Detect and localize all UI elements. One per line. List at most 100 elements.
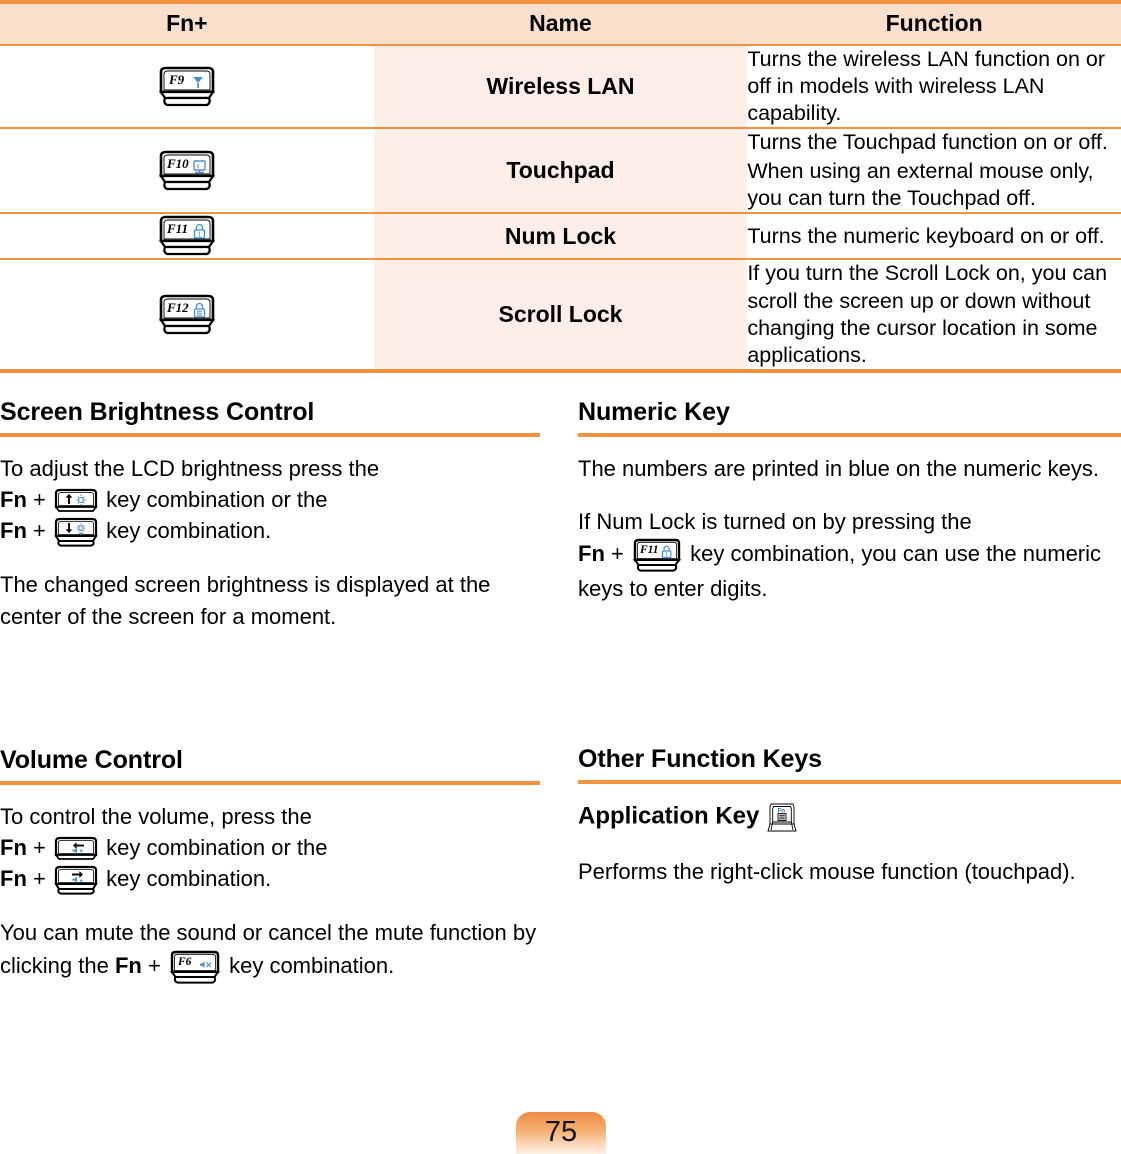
fn-label: Fn <box>0 486 27 512</box>
svg-text:F11: F11 <box>639 544 659 556</box>
table-header-row: Fn+ Name Function <box>0 4 1121 44</box>
keycap-f6-mute: F6 <box>167 949 223 985</box>
application-key-fn: Fn <box>767 803 797 832</box>
paragraph: To adjust the LCD brightness press the F… <box>0 453 540 548</box>
text-fragment: key combination. <box>106 518 272 544</box>
section-body: To adjust the LCD brightness press the F… <box>0 453 540 632</box>
header-cell-fn: Fn+ <box>0 4 374 44</box>
volume-up-right-arrow-key <box>54 866 98 896</box>
section-body: Application Key Fn Performs the right-cl… <box>578 800 1121 887</box>
svg-text:F9: F9 <box>168 72 185 87</box>
paragraph: The numbers are printed in blue on the n… <box>578 455 1099 481</box>
section-title: Other Function Keys <box>578 745 822 773</box>
table-cell-function: Turns the wireless LAN function on or of… <box>747 46 1121 128</box>
section-screen-brightness: Screen Brightness Control To adjust the … <box>0 398 540 632</box>
section-rule <box>0 780 540 785</box>
text-fragment: key combination. <box>106 866 272 892</box>
section-rule <box>578 779 1121 784</box>
svg-text:x: x <box>196 163 200 170</box>
function-line: Turns the wireless LAN function on or of… <box>747 47 1106 126</box>
svg-text:F11: F11 <box>166 221 188 236</box>
fn-label: Fn <box>114 952 142 978</box>
table-cell-key: F11 1 <box>0 214 374 259</box>
keycap-f11-inline: F11 1 <box>630 537 684 573</box>
section-title: Numeric Key <box>578 398 730 426</box>
fn-key-function-table: Fn+ Name Function F9 Wireless LAN Turns … <box>0 0 1121 373</box>
text-fragment: key combination or the <box>106 486 328 512</box>
text-fragment: If Num Lock is turned on by pressing the <box>578 508 972 534</box>
section-body: The numbers are printed in blue on the n… <box>578 453 1121 605</box>
keycap-f10: F10 x <box>155 149 219 193</box>
table-row: F10 x Touchpad Turns the Touchpad functi… <box>0 129 1121 213</box>
function-line: When using an external mouse only, you c… <box>747 159 1094 211</box>
text-fragment: To adjust the LCD brightness press the <box>0 455 380 481</box>
header-cell-name: Name <box>373 4 748 44</box>
svg-text:F12: F12 <box>166 300 189 315</box>
text-fragment: key combination or the <box>106 834 328 860</box>
section-title: Screen Brightness Control <box>0 398 315 426</box>
plus-sign: + <box>611 541 624 567</box>
fn-label: Fn <box>578 541 605 567</box>
paragraph: If Num Lock is turned on by pressing the… <box>578 506 1121 604</box>
svg-text:1: 1 <box>197 232 201 239</box>
keycap-application-key: Fn <box>766 800 798 834</box>
section-body: To control the volume, press the Fn + ke… <box>0 801 540 985</box>
section-volume-control: Volume Control To control the volume, pr… <box>0 746 540 985</box>
right-column: Numeric Key The numbers are printed in b… <box>578 398 1121 884</box>
paragraph: The changed screen brightness is display… <box>0 572 491 629</box>
subsection-heading-label: Application Key <box>578 802 760 830</box>
table-cell-name: Scroll Lock <box>373 260 748 369</box>
fn-label: Fn <box>0 518 27 544</box>
keycap-brightness-up <box>52 488 100 514</box>
plus-sign: + <box>147 952 161 978</box>
left-column: Screen Brightness Control To adjust the … <box>0 398 540 984</box>
svg-text:F6: F6 <box>177 956 192 968</box>
section-numeric-key: Numeric Key The numbers are printed in b… <box>578 398 1121 604</box>
plus-sign: + <box>33 518 46 544</box>
paragraph: Performs the right-click mouse function … <box>578 858 1076 884</box>
function-line: Turns the numeric keyboard on or off. <box>747 223 1105 248</box>
text-fragment: To control the volume, press the <box>0 803 312 829</box>
page-number: 75 <box>544 1116 578 1148</box>
volume-down-left-arrow-key <box>54 837 98 861</box>
keycap-brightness-down <box>52 517 100 548</box>
subsection-heading: Application Key Fn <box>578 800 1121 834</box>
table-cell-key: F10 x <box>0 129 374 213</box>
numlock-padlock-icon: F11 1 <box>633 539 681 572</box>
table-row: F12 Scroll Lock If you turn the Scroll L… <box>0 260 1121 369</box>
mute-speaker-icon: F6 <box>170 950 220 984</box>
keycap-f12: F12 <box>155 293 219 337</box>
table-cell-name: Wireless LAN <box>373 46 748 128</box>
page-number-tab: 75 <box>516 1112 606 1154</box>
brightness-down-arrow-key <box>54 518 98 548</box>
plus-sign: + <box>33 834 46 860</box>
section-other-function-keys: Other Function Keys Application Key Fn P… <box>578 745 1121 887</box>
text-fragment: key combination. <box>229 952 395 978</box>
touchpad-icon: F10 x <box>158 150 215 190</box>
paragraph: You can mute the sound or cancel the mut… <box>0 917 540 984</box>
keycap-f11: F11 1 <box>155 214 219 258</box>
scrolllock-padlock-icon: F12 <box>158 294 215 334</box>
plus-sign: + <box>33 486 46 512</box>
section-rule <box>0 432 540 437</box>
brightness-up-arrow-key <box>54 489 98 513</box>
table-cell-name: Num Lock <box>373 214 748 259</box>
fn-label: Fn <box>0 866 27 892</box>
wireless-antenna-icon: F9 <box>158 66 215 106</box>
function-line: If you turn the Scroll Lock on, you can … <box>747 261 1108 367</box>
keycap-volume-up <box>52 865 100 896</box>
table-cell-key: F9 <box>0 46 374 128</box>
section-rule <box>578 432 1121 437</box>
function-line: Turns the Touchpad function on or off. <box>747 130 1108 155</box>
header-cell-function: Function <box>747 4 1121 44</box>
table-cell-key: F12 <box>0 260 374 369</box>
fn-label: Fn <box>0 834 27 860</box>
numlock-padlock-icon: F11 1 <box>158 216 215 256</box>
table-cell-function: Turns the numeric keyboard on or off. <box>747 214 1121 259</box>
svg-text:F10: F10 <box>166 156 189 171</box>
keycap-f9: F9 <box>155 65 219 109</box>
section-title: Volume Control <box>0 746 183 774</box>
table-cell-name: Touchpad <box>373 129 748 213</box>
table-row: F9 Wireless LAN Turns the wireless LAN f… <box>0 46 1121 128</box>
table-cell-function: Turns the Touchpad function on or off. W… <box>747 129 1121 213</box>
